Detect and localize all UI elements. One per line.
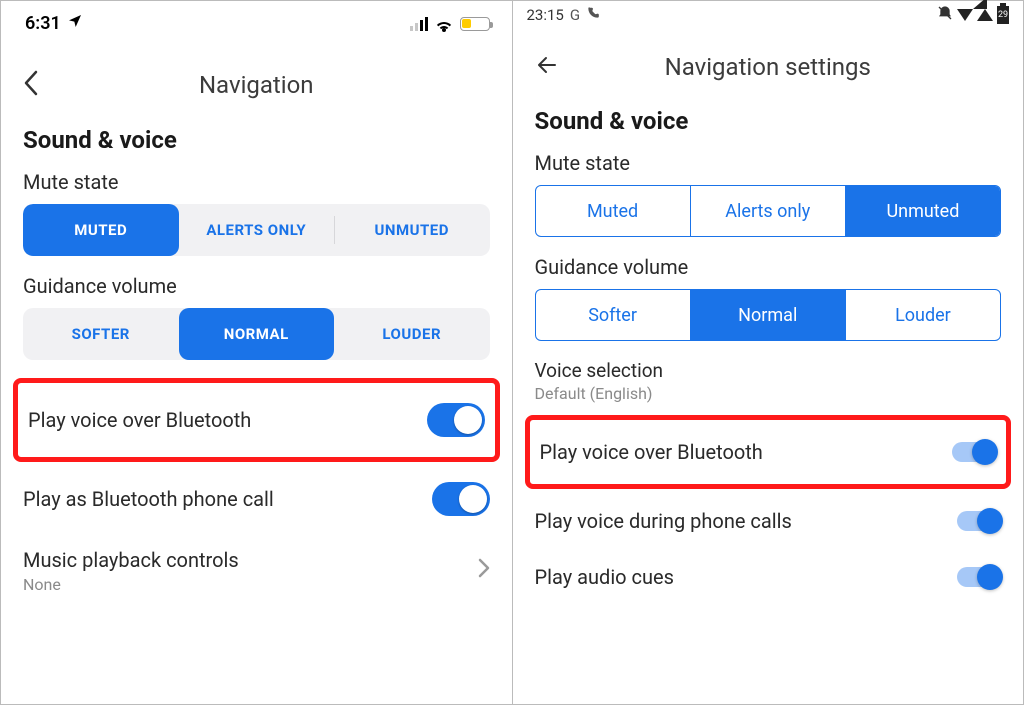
back-button[interactable] [23,70,59,100]
row-subtitle: None [23,575,239,594]
guidance-volume-segmented: SOFTER NORMAL LOUDER [23,308,490,360]
wifi-icon [434,16,454,32]
guidance-option-louder[interactable]: LOUDER [334,308,490,360]
ios-status-bar: 6:31 [1,1,512,42]
guidance-volume-label: Guidance volume [23,274,490,298]
mute-state-label: Mute state [535,151,1002,175]
guidance-volume-segmented: Softer Normal Louder [535,289,1002,341]
android-phone: 23:15 G 29 Navigation settings Sound & [512,1,1024,704]
voice-selection-value: Default (English) [535,384,1002,403]
android-time: 23:15 [527,6,564,24]
cellular-signal-icon [977,9,993,21]
row-play-voice-over-bluetooth[interactable]: Play voice over Bluetooth [28,383,485,457]
cellular-signal-icon [410,17,428,31]
guidance-volume-label: Guidance volume [535,255,1002,279]
mute-state-label: Mute state [23,170,490,194]
page-title: Navigation [59,71,454,99]
guidance-option-softer[interactable]: Softer [536,290,690,340]
google-icon: G [570,6,580,24]
row-play-as-bluetooth-call[interactable]: Play as Bluetooth phone call [23,466,490,532]
voice-selection-row[interactable]: Voice selection Default (English) [535,359,1002,403]
toggle-play-voice-during-calls[interactable] [957,511,1001,531]
dnd-icon [937,5,953,25]
mute-state-segmented: MUTED ALERTS ONLY UNMUTED [23,204,490,256]
mute-state-segmented: Muted Alerts only Unmuted [535,185,1002,237]
guidance-option-normal[interactable]: NORMAL [179,308,335,360]
ios-phone: 6:31 Navigation Sound & voice Mute state… [1,1,512,704]
highlight-play-voice-bluetooth: Play voice over Bluetooth [525,415,1012,489]
row-play-audio-cues[interactable]: Play audio cues [535,549,1002,605]
location-arrow-icon [67,13,83,34]
battery-icon: 29 [997,6,1009,24]
chevron-right-icon [478,558,490,584]
back-button[interactable] [535,53,571,81]
mute-option-alerts-only[interactable]: ALERTS ONLY [179,204,335,256]
row-title: Play voice during phone calls [535,509,792,533]
guidance-option-normal[interactable]: Normal [690,290,845,340]
ios-topbar: Navigation [23,52,490,122]
toggle-play-voice-over-bluetooth[interactable] [952,442,996,462]
highlight-play-voice-bluetooth: Play voice over Bluetooth [13,378,500,462]
voice-selection-label: Voice selection [535,359,1002,382]
battery-low-icon [460,17,490,31]
android-topbar: Navigation settings [535,35,1002,103]
toggle-play-voice-over-bluetooth[interactable] [427,403,485,437]
mute-option-unmuted[interactable]: UNMUTED [334,204,490,256]
toggle-play-audio-cues[interactable] [957,567,1001,587]
row-music-playback-controls[interactable]: Music playback controls None [23,532,490,610]
section-sound-voice: Sound & voice [23,126,490,154]
mute-option-muted[interactable]: MUTED [23,204,179,256]
ios-time: 6:31 [25,13,61,34]
guidance-option-louder[interactable]: Louder [845,290,1000,340]
guidance-option-softer[interactable]: SOFTER [23,308,179,360]
mute-option-alerts-only[interactable]: Alerts only [690,186,845,236]
phone-icon [586,6,600,24]
row-play-voice-over-bluetooth[interactable]: Play voice over Bluetooth [540,420,997,484]
row-play-voice-during-calls[interactable]: Play voice during phone calls [535,493,1002,549]
section-sound-voice: Sound & voice [535,107,1002,135]
row-title: Play voice over Bluetooth [540,440,763,464]
page-title: Navigation settings [571,53,966,81]
row-title: Music playback controls [23,548,239,572]
row-title: Play audio cues [535,565,674,589]
mute-option-unmuted[interactable]: Unmuted [845,186,1000,236]
network-down-icon [957,9,973,21]
row-title: Play as Bluetooth phone call [23,487,274,511]
row-title: Play voice over Bluetooth [28,408,251,432]
android-status-bar: 23:15 G 29 [513,1,1024,25]
mute-option-muted[interactable]: Muted [536,186,690,236]
toggle-play-as-bluetooth-call[interactable] [432,482,490,516]
